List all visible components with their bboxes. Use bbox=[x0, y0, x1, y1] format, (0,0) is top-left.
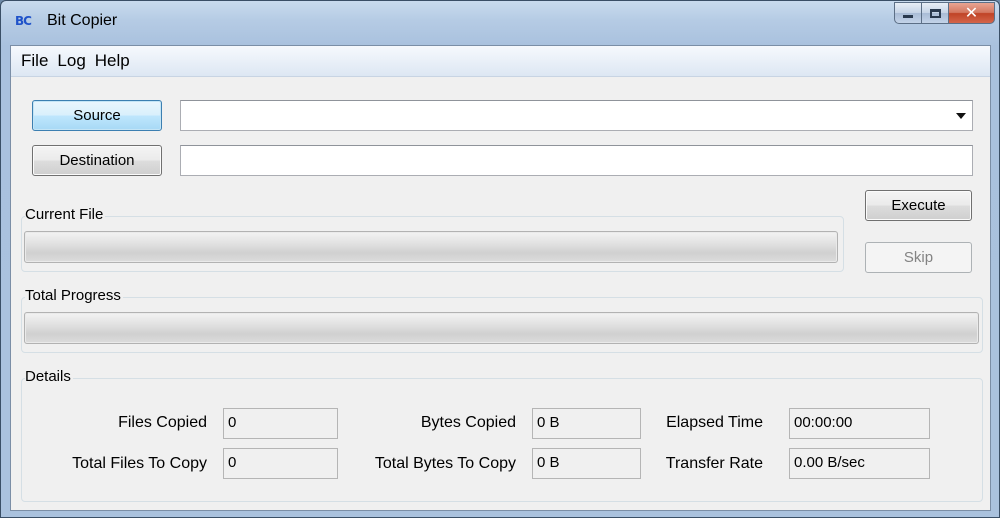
total-progress-bar bbox=[24, 312, 979, 344]
details-group bbox=[21, 378, 983, 502]
total-bytes-value: 0 B bbox=[532, 448, 641, 479]
current-file-progress-bar bbox=[24, 231, 838, 263]
source-combobox[interactable] bbox=[180, 100, 973, 131]
close-icon: ✕ bbox=[964, 5, 979, 22]
maximize-icon bbox=[929, 8, 941, 18]
window-title: Bit Copier bbox=[47, 12, 118, 29]
total-files-value: 0 bbox=[223, 448, 338, 479]
bytes-copied-value: 0 B bbox=[532, 408, 641, 439]
current-file-label: Current File bbox=[25, 206, 106, 223]
files-copied-value: 0 bbox=[223, 408, 338, 439]
menu-log[interactable]: Log bbox=[55, 51, 90, 71]
transfer-rate-value: 0.00 B/sec bbox=[789, 448, 930, 479]
total-bytes-label: Total Bytes To Copy bbox=[374, 455, 516, 472]
minimize-button[interactable] bbox=[894, 2, 922, 24]
minimize-icon bbox=[903, 15, 913, 18]
total-progress-label: Total Progress bbox=[25, 287, 123, 304]
menu-bar: File Log Help bbox=[11, 46, 990, 77]
elapsed-time-value: 00:00:00 bbox=[789, 408, 930, 439]
files-copied-label: Files Copied bbox=[118, 414, 207, 431]
caption-buttons: ✕ bbox=[894, 2, 995, 26]
close-button[interactable]: ✕ bbox=[949, 2, 995, 24]
background-ghost-toolbar bbox=[161, 1, 821, 29]
transfer-rate-label: Transfer Rate bbox=[665, 455, 763, 472]
app-logo-icon: BC bbox=[15, 14, 32, 28]
total-files-label: Total Files To Copy bbox=[72, 455, 207, 472]
destination-input[interactable] bbox=[180, 145, 973, 176]
title-bar[interactable]: BC Bit Copier ✕ bbox=[1, 1, 999, 45]
details-label: Details bbox=[25, 368, 73, 385]
bytes-copied-label: Bytes Copied bbox=[420, 414, 516, 431]
maximize-button[interactable] bbox=[922, 2, 949, 24]
destination-button[interactable]: Destination bbox=[32, 145, 162, 176]
dropdown-arrow-icon[interactable] bbox=[956, 113, 966, 119]
skip-button[interactable]: Skip bbox=[865, 242, 972, 273]
app-window: BC Bit Copier ✕ File Log Help Source Des… bbox=[0, 0, 1000, 518]
execute-button[interactable]: Execute bbox=[865, 190, 972, 221]
menu-help[interactable]: Help bbox=[93, 51, 135, 71]
elapsed-time-label: Elapsed Time bbox=[666, 414, 763, 431]
source-button[interactable]: Source bbox=[32, 100, 162, 131]
client-area: File Log Help Source Destination Execute… bbox=[10, 45, 991, 511]
menu-file[interactable]: File bbox=[19, 51, 53, 71]
